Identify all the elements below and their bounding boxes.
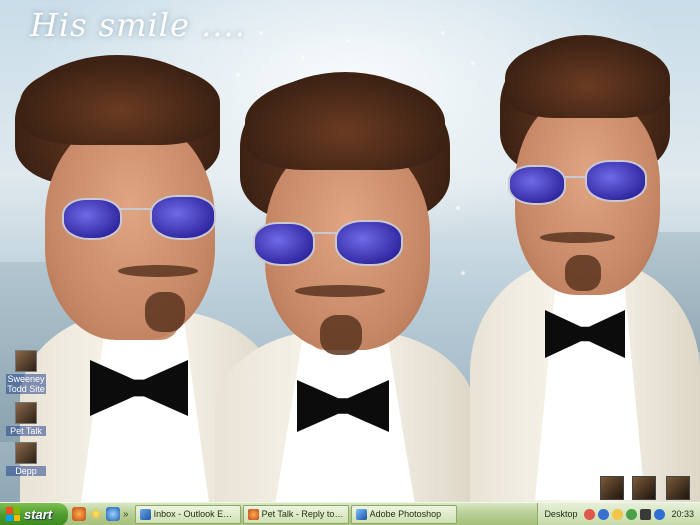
tray-smiley-icon[interactable] [612, 508, 624, 520]
desktop-wallpaper: His smile .... Sweeney Todd Site Pet Tal… [0, 0, 700, 502]
firefox-icon [247, 508, 259, 520]
shortcut-icon [15, 442, 37, 464]
task-button-outlook[interactable]: Inbox - Outlook Express [134, 504, 241, 524]
portrait-center [215, 0, 475, 502]
tray-security-icon[interactable] [584, 508, 596, 520]
tray-app-icon[interactable] [640, 508, 652, 520]
desktop-icon-sweeney-todd-site[interactable]: Sweeney Todd Site [6, 350, 46, 394]
tray-bluetooth-icon[interactable] [598, 508, 610, 520]
task-button-firefox[interactable]: Pet Talk - Reply to To... [242, 504, 349, 524]
shortcut-icon [15, 402, 37, 424]
quick-launch: » [68, 503, 133, 525]
taskbar: start » Inbox - Outlook Express Pet Talk… [0, 502, 700, 525]
task-button-label: Adobe Photoshop [369, 509, 442, 519]
desktop-icon-label: Depp [6, 466, 46, 476]
desktop-icon-label: Sweeney Todd Site [6, 374, 46, 394]
start-button[interactable]: start [0, 502, 68, 525]
desktop-thumbnail-icon[interactable] [632, 476, 656, 500]
firefox-icon[interactable] [72, 507, 86, 521]
task-button-label: Inbox - Outlook Express [153, 509, 236, 519]
system-tray: Desktop 20:33 [537, 502, 700, 525]
portrait-right [470, 0, 700, 502]
shortcut-icon [15, 350, 37, 372]
quick-launch-more-chevron[interactable]: » [123, 509, 129, 520]
favorites-star-icon[interactable] [89, 507, 103, 520]
desktop-icon-depp[interactable]: Depp [6, 442, 46, 476]
tray-volume-icon[interactable] [654, 508, 666, 520]
windows-logo-icon [6, 507, 20, 521]
desktop-icon-pet-talk[interactable]: Pet Talk [6, 402, 46, 436]
tray-network-icon[interactable] [626, 508, 638, 520]
clock[interactable]: 20:33 [671, 509, 694, 519]
desktop-thumbnail-icon[interactable] [600, 476, 624, 500]
desktop-icon-label: Pet Talk [6, 426, 46, 436]
desktop-thumbnail-icon[interactable] [666, 476, 690, 500]
task-button-photoshop[interactable]: Adobe Photoshop [350, 504, 457, 524]
ie-icon[interactable] [106, 507, 120, 521]
task-button-label: Pet Talk - Reply to To... [261, 509, 344, 519]
desktop-toolbar-label[interactable]: Desktop [544, 509, 577, 519]
outlook-icon [139, 508, 151, 520]
start-label: start [24, 506, 53, 522]
photoshop-icon [355, 508, 367, 520]
